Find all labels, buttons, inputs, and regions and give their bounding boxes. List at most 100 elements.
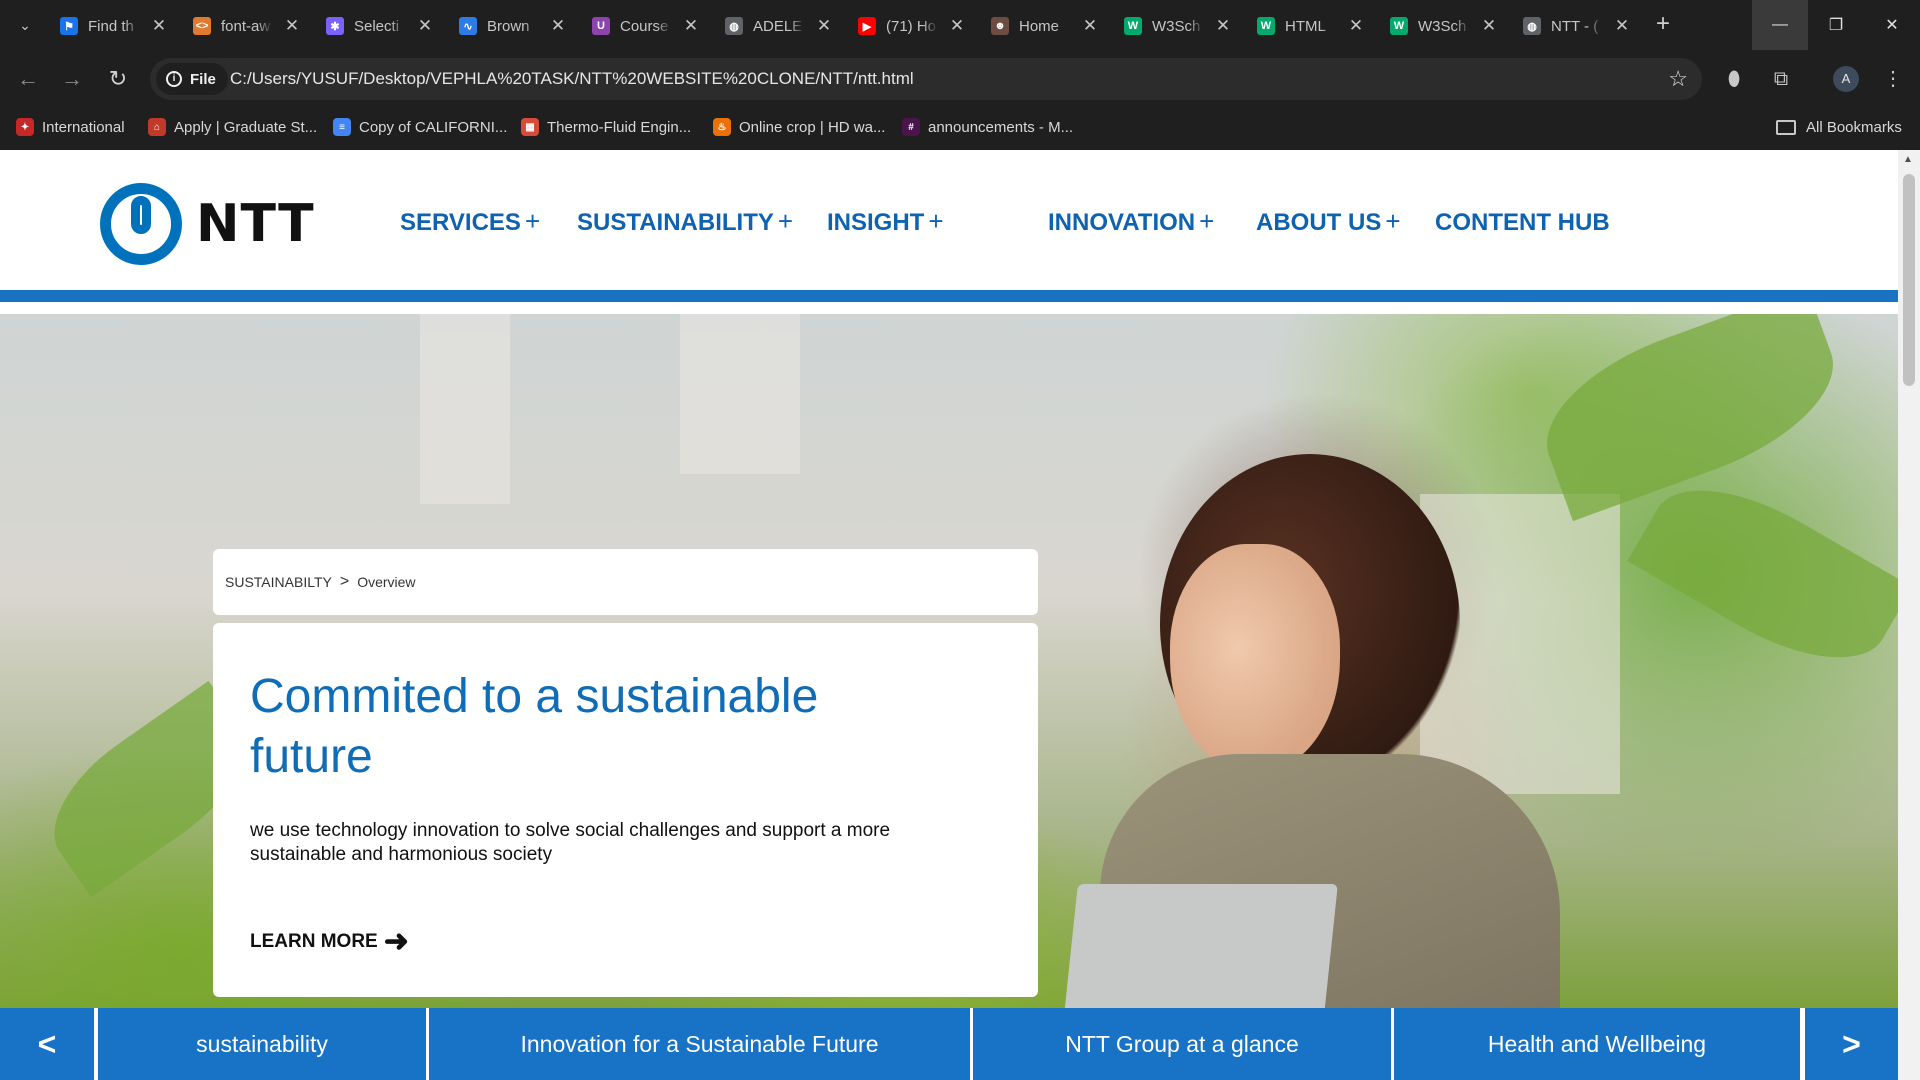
- scroll-up-icon[interactable]: ▲: [1903, 154, 1913, 165]
- hero-title: Commited to a sustainable future: [250, 670, 819, 783]
- tab-close-icon[interactable]: ✕: [814, 16, 834, 36]
- learn-more-link[interactable]: LEARN MORE ➜: [250, 927, 409, 957]
- tab-title: NTT - (: [1551, 17, 1599, 35]
- carousel-item[interactable]: NTT Group at a glance: [973, 1008, 1391, 1080]
- browser-tab[interactable]: ◍ NTT - (✕: [1511, 8, 1644, 44]
- puzzle-icon[interactable]: ⧉: [1766, 64, 1796, 94]
- tab-close-icon[interactable]: ✕: [1346, 16, 1366, 36]
- tab-close-icon[interactable]: ✕: [1479, 16, 1499, 36]
- tab-close-icon[interactable]: ✕: [1612, 16, 1632, 36]
- nav-about-us[interactable]: ABOUT US +: [1256, 206, 1401, 237]
- browser-tab[interactable]: ▶ (71) Ho ✕: [846, 8, 979, 44]
- tab-close-icon[interactable]: ✕: [415, 16, 435, 36]
- nav-sustainability[interactable]: SUSTAINABILITY +: [577, 206, 793, 237]
- nav-innovation[interactable]: INNOVATION +: [1048, 206, 1214, 237]
- carousel-item[interactable]: Innovation for a Sustainable Future: [429, 1008, 970, 1080]
- bookmark-item[interactable]: # announcements - M...: [902, 104, 1073, 150]
- slack-icon: #: [902, 118, 920, 136]
- browser-tab[interactable]: W W3Sch ✕: [1378, 8, 1511, 44]
- address-bar[interactable]: i File C:/Users/YUSUF/Desktop/VEPHLA%20T…: [150, 58, 1702, 100]
- bookmark-label: Thermo-Fluid Engin...: [547, 118, 692, 136]
- site-header: NTT SERVICES + SUSTAINABILITY + INSIGHT + I…: [0, 150, 1898, 302]
- person-icon: ☻: [991, 17, 1009, 35]
- w3schools-icon: W: [1124, 17, 1142, 35]
- bookmark-item[interactable]: ✦ International: [16, 104, 125, 150]
- browser-tab[interactable]: <> font-aw ✕: [181, 8, 314, 44]
- bookmark-item[interactable]: ≡ Copy of CALIFORNI...: [333, 104, 507, 150]
- globe-icon: ◍: [725, 17, 743, 35]
- bookmark-star-icon[interactable]: ☆: [1668, 66, 1688, 92]
- browser-tab[interactable]: ∿ Brown ✕: [447, 8, 580, 44]
- all-bookmarks-label: All Bookmarks: [1806, 118, 1902, 136]
- all-bookmarks-button[interactable]: All Bookmarks: [1776, 104, 1902, 150]
- bookmark-item[interactable]: ⌂ Apply | Graduate St...: [148, 104, 317, 150]
- profile-avatar[interactable]: A: [1833, 66, 1859, 92]
- restore-icon[interactable]: ❐: [1808, 0, 1864, 50]
- background-building: [420, 314, 510, 504]
- folder-icon: [1776, 119, 1796, 135]
- bookmark-label: announcements - M...: [928, 118, 1074, 136]
- course-icon: U: [592, 17, 610, 35]
- tab-close-icon[interactable]: ✕: [149, 16, 169, 36]
- minimize-icon[interactable]: —: [1752, 0, 1808, 50]
- browser-tab[interactable]: ⚑ Find th ✕: [48, 8, 181, 44]
- tab-title: W3Sch: [1418, 17, 1467, 35]
- tab-close-icon[interactable]: ✕: [947, 16, 967, 36]
- url-text[interactable]: C:/Users/YUSUF/Desktop/VEPHLA%20TASK/NTT…: [230, 58, 914, 100]
- flame-icon: ♨: [713, 118, 731, 136]
- info-icon: i: [166, 71, 182, 87]
- ntt-logo[interactable]: NTT: [100, 183, 315, 265]
- browser-tab[interactable]: W HTML ✕: [1245, 8, 1378, 44]
- browser-tab[interactable]: U Course ✕: [580, 8, 713, 44]
- carousel-item[interactable]: sustainability: [98, 1008, 426, 1080]
- tab-title: Home: [1019, 17, 1060, 35]
- tab-title: HTML: [1285, 17, 1326, 35]
- tab-title: Brown: [487, 17, 530, 35]
- background-building: [680, 314, 800, 474]
- breadcrumb-current: Overview: [357, 574, 416, 590]
- red-bird-icon: ✦: [16, 118, 34, 136]
- browser-tab[interactable]: W W3Sch ✕: [1112, 8, 1245, 44]
- learn-more-label: LEARN MORE: [250, 931, 378, 952]
- bookmark-item[interactable]: ♨ Online crop | HD wa...: [713, 104, 885, 150]
- extension-icon[interactable]: ⬮: [1719, 64, 1749, 94]
- w3schools-icon: W: [1390, 17, 1408, 35]
- chart-icon: ∿: [459, 17, 477, 35]
- nav-content-hub[interactable]: CONTENT HUB: [1435, 206, 1614, 237]
- close-window-icon[interactable]: ✕: [1864, 0, 1920, 50]
- nav-services[interactable]: SERVICES +: [400, 206, 540, 237]
- browser-tab[interactable]: ☻ Home ✕: [979, 8, 1112, 44]
- carousel-next-button[interactable]: >: [1805, 1008, 1898, 1080]
- tab-close-icon[interactable]: ✕: [681, 16, 701, 36]
- bookmark-item[interactable]: ▦ Thermo-Fluid Engin...: [521, 104, 691, 150]
- scroll-thumb[interactable]: [1903, 174, 1915, 386]
- browser-tab[interactable]: ✱ Selecti ✕: [314, 8, 447, 44]
- browser-toolbar: ← → ↻ i File C:/Users/YUSUF/Desktop/VEPH…: [0, 52, 1920, 104]
- tab-strip: ⌄ ⚑ Find th ✕ <> font-aw ✕ ✱ Selecti ✕ ∿ Brown ✕ U Co…: [0, 0, 1920, 50]
- tab-title: Selecti: [354, 17, 400, 35]
- tab-close-icon[interactable]: ✕: [548, 16, 568, 36]
- more-menu-icon[interactable]: ⋮: [1878, 64, 1908, 94]
- carousel-item[interactable]: Health and Wellbeing: [1394, 1008, 1800, 1080]
- site-info-chip[interactable]: i File: [156, 63, 228, 95]
- page-viewport: NTT SERVICES + SUSTAINABILITY + INSIGHT + I…: [0, 150, 1920, 1080]
- tab-close-icon[interactable]: ✕: [1080, 16, 1100, 36]
- new-tab-button[interactable]: +: [1650, 12, 1676, 38]
- carousel-prev-button[interactable]: <: [0, 1008, 94, 1080]
- breadcrumb-root[interactable]: SUSTAINABILTY: [225, 574, 332, 590]
- bookmark-label: Copy of CALIFORNI...: [359, 118, 508, 136]
- tab-search-icon[interactable]: ⌄: [12, 14, 38, 36]
- tab-list: ⚑ Find th ✕ <> font-aw ✕ ✱ Selecti ✕ ∿ Brown ✕ U Cour…: [48, 8, 1644, 44]
- nav-insight[interactable]: INSIGHT +: [827, 206, 944, 237]
- calendar-icon: ▦: [521, 118, 539, 136]
- page-scrollbar[interactable]: ▲: [1898, 150, 1920, 1080]
- tab-close-icon[interactable]: ✕: [1213, 16, 1233, 36]
- bookmarks-bar: All Bookmarks ✦ International ⌂ Apply | Gra…: [0, 104, 1920, 150]
- university-icon: ⌂: [148, 118, 166, 136]
- back-icon[interactable]: ←: [13, 64, 43, 94]
- reload-icon[interactable]: ↻: [103, 64, 133, 94]
- tab-close-icon[interactable]: ✕: [282, 16, 302, 36]
- forward-icon[interactable]: →: [57, 64, 87, 94]
- code-icon: <>: [193, 17, 211, 35]
- browser-tab[interactable]: ◍ ADELE ✕: [713, 8, 846, 44]
